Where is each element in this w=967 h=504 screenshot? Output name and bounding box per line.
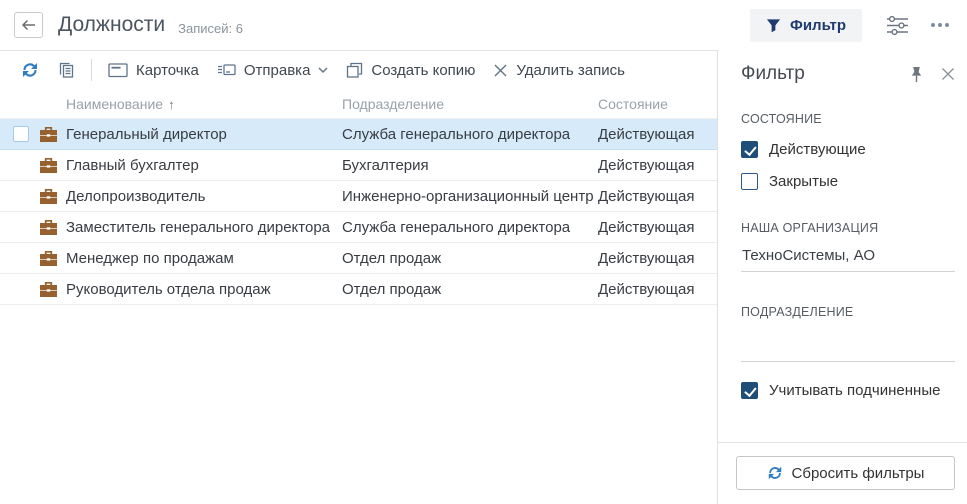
- close-icon: [941, 67, 955, 81]
- pin-icon: [909, 66, 924, 83]
- checkbox-subordinates[interactable]: [741, 382, 758, 399]
- department-section-label: ПОДРАЗДЕЛЕНИЕ: [741, 305, 955, 319]
- table-row[interactable]: Делопроизводитель Инженерно-организацион…: [0, 181, 717, 212]
- send-button-label: Отправка: [244, 62, 311, 79]
- delete-x-icon: [493, 63, 508, 78]
- more-dots-icon: [931, 23, 935, 27]
- briefcase-icon: [39, 281, 58, 298]
- row-status: Действующая: [598, 250, 717, 267]
- row-name: Делопроизводитель: [66, 188, 342, 205]
- department-field[interactable]: [741, 329, 955, 362]
- row-status: Действующая: [598, 281, 717, 298]
- card-button[interactable]: Карточка: [99, 56, 208, 84]
- row-department: Отдел продаж: [342, 281, 598, 298]
- copy-list-icon: [57, 61, 75, 79]
- checkbox-subordinates-label: Учитывать подчиненные: [769, 382, 940, 399]
- checkbox-closed-label: Закрытые: [769, 173, 838, 190]
- briefcase-icon: [39, 219, 58, 236]
- briefcase-icon: [39, 126, 58, 143]
- row-department: Инженерно-организационный центр: [342, 188, 598, 205]
- more-options-button[interactable]: [929, 19, 951, 31]
- filter-option-subordinates[interactable]: Учитывать подчиненные: [741, 382, 955, 399]
- column-header-status[interactable]: Состояние: [598, 96, 717, 112]
- row-name: Главный бухгалтер: [66, 157, 342, 174]
- page-title: Должности: [58, 13, 165, 37]
- checkbox-active[interactable]: [741, 141, 758, 158]
- copy-to-clipboard-button[interactable]: [48, 56, 84, 84]
- row-name: Заместитель генерального директора: [66, 219, 342, 236]
- table-row[interactable]: Генеральный директор Служба генерального…: [0, 119, 717, 150]
- create-copy-button-label: Создать копию: [371, 62, 475, 79]
- row-status: Действующая: [598, 126, 717, 143]
- reset-button-label: Сбросить фильтры: [792, 465, 925, 482]
- status-section-label: СОСТОЯНИЕ: [741, 112, 955, 126]
- reset-refresh-icon: [767, 465, 783, 481]
- filter-option-active[interactable]: Действующие: [741, 141, 955, 158]
- create-copy-button[interactable]: Создать копию: [337, 56, 484, 84]
- filter-panel-header: Фильтр: [741, 63, 955, 85]
- row-department: Бухгалтерия: [342, 157, 598, 174]
- column-header-name[interactable]: Наименование↑: [66, 96, 342, 112]
- app-window: Должности Записей: 6 Фильтр: [0, 0, 967, 504]
- table-row[interactable]: Менеджер по продажам Отдел продаж Действ…: [0, 243, 717, 274]
- row-department: Отдел продаж: [342, 250, 598, 267]
- filter-panel-body: Фильтр: [718, 50, 967, 442]
- card-icon: [108, 62, 128, 78]
- send-button[interactable]: Отправка: [208, 56, 338, 84]
- chevron-down-icon: [318, 67, 328, 73]
- filter-panel: Фильтр: [717, 50, 967, 504]
- table-header: Наименование↑ Подразделение Состояние: [0, 89, 717, 119]
- row-name: Руководитель отдела продаж: [66, 281, 342, 298]
- funnel-icon: [766, 18, 781, 33]
- sort-asc-icon: ↑: [168, 97, 175, 112]
- row-department: Служба генерального директора: [342, 219, 598, 236]
- main-area: Карточка Отправка: [0, 50, 717, 504]
- back-button[interactable]: [14, 12, 43, 38]
- table-body: Генеральный директор Служба генерального…: [0, 119, 717, 305]
- delete-record-button[interactable]: Удалить запись: [484, 56, 633, 84]
- records-count: Записей: 6: [178, 21, 243, 36]
- row-status: Действующая: [598, 219, 717, 236]
- table-row[interactable]: Главный бухгалтер Бухгалтерия Действующа…: [0, 150, 717, 181]
- row-checkbox[interactable]: [13, 126, 29, 142]
- filter-panel-footer: Сбросить фильтры: [718, 442, 967, 504]
- organization-section-label: НАША ОРГАНИЗАЦИЯ: [741, 221, 955, 235]
- briefcase-icon: [39, 157, 58, 174]
- filter-panel-title: Фильтр: [741, 63, 805, 85]
- close-panel-button[interactable]: [941, 67, 955, 81]
- table-row[interactable]: Заместитель генерального директора Служб…: [0, 212, 717, 243]
- briefcase-icon: [39, 188, 58, 205]
- send-icon: [217, 62, 236, 78]
- view-settings-button[interactable]: [886, 15, 909, 36]
- table-empty-space: [0, 305, 717, 504]
- column-header-department[interactable]: Подразделение: [342, 96, 598, 112]
- checkbox-closed[interactable]: [741, 173, 758, 190]
- row-status: Действующая: [598, 188, 717, 205]
- organization-field[interactable]: ТехноСистемы, АО: [741, 247, 955, 272]
- refresh-icon: [21, 61, 39, 79]
- content-area: Карточка Отправка: [0, 50, 967, 504]
- delete-button-label: Удалить запись: [516, 62, 624, 79]
- filter-option-closed[interactable]: Закрытые: [741, 173, 955, 190]
- topbar-actions: Фильтр: [750, 9, 951, 42]
- row-name: Менеджер по продажам: [66, 250, 342, 267]
- card-button-label: Карточка: [136, 62, 199, 79]
- filter-button-label: Фильтр: [790, 17, 846, 34]
- top-bar: Должности Записей: 6 Фильтр: [0, 0, 967, 50]
- toolbar-separator: [91, 59, 92, 81]
- refresh-button[interactable]: [12, 56, 48, 84]
- duplicate-icon: [346, 62, 363, 79]
- filter-toggle-button[interactable]: Фильтр: [750, 9, 862, 42]
- row-name: Генеральный директор: [66, 126, 342, 143]
- reset-filters-button[interactable]: Сбросить фильтры: [736, 456, 955, 490]
- pin-panel-button[interactable]: [909, 66, 924, 83]
- row-status: Действующая: [598, 157, 717, 174]
- table-row[interactable]: Руководитель отдела продаж Отдел продаж …: [0, 274, 717, 305]
- briefcase-icon: [39, 250, 58, 267]
- sliders-icon: [886, 15, 909, 36]
- back-arrow-icon: [21, 19, 36, 31]
- checkbox-active-label: Действующие: [769, 141, 866, 158]
- row-department: Служба генерального директора: [342, 126, 598, 143]
- toolbar: Карточка Отправка: [0, 51, 717, 89]
